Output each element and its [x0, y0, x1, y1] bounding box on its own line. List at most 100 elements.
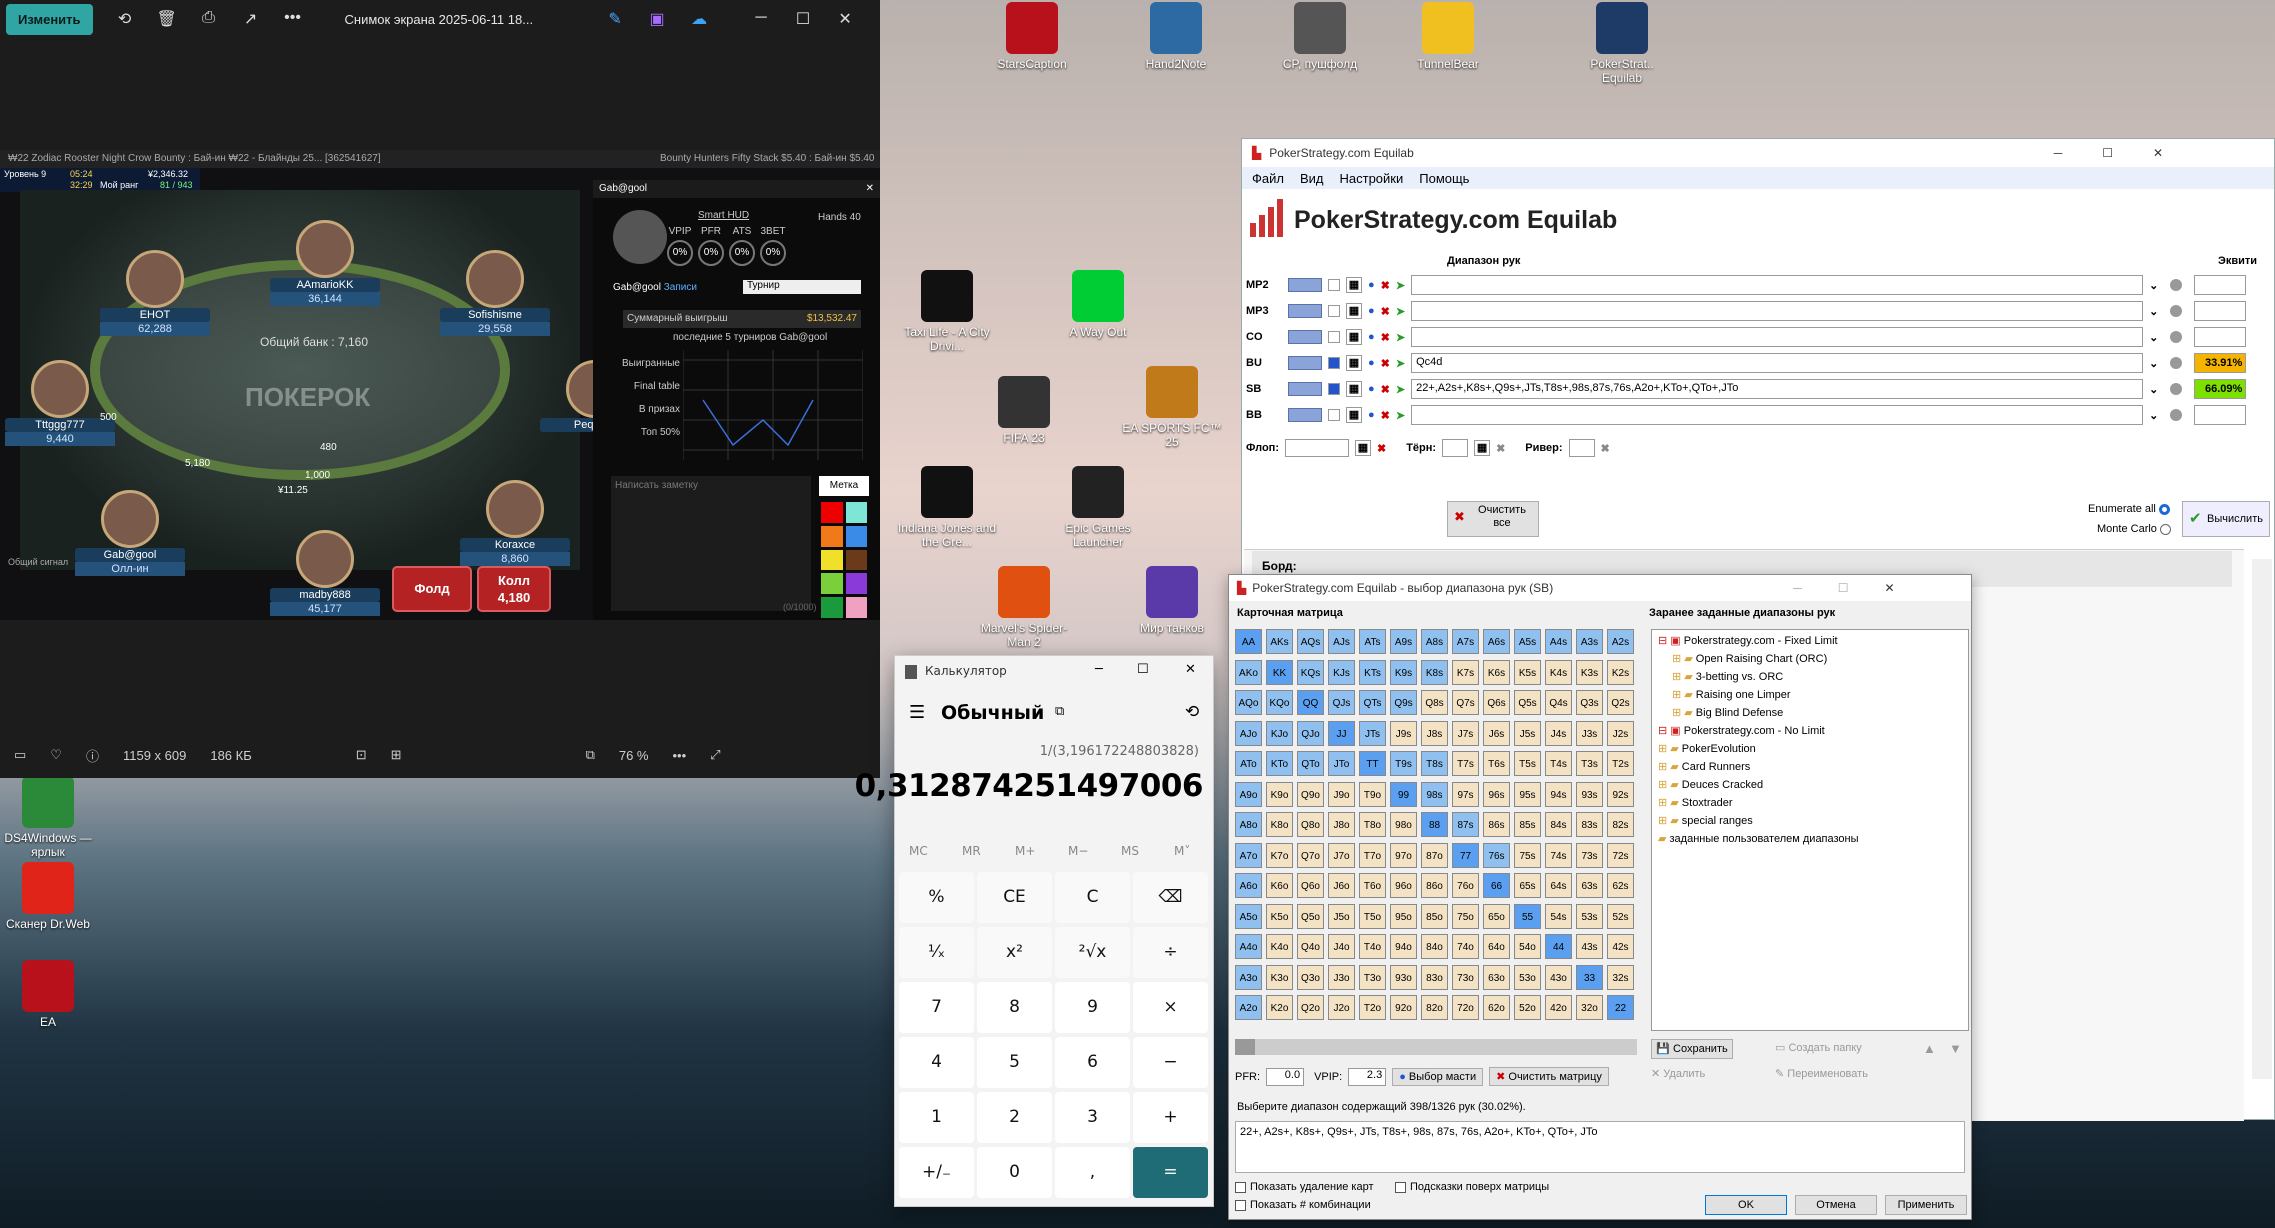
- hand-cell[interactable]: 66: [1483, 873, 1510, 898]
- hand-cell[interactable]: 62s: [1607, 873, 1634, 898]
- hand-cell[interactable]: Q6s: [1483, 690, 1510, 715]
- hand-cell[interactable]: Q2o: [1297, 995, 1324, 1020]
- river-input[interactable]: [1568, 439, 1595, 457]
- hand-cell[interactable]: T4s: [1545, 751, 1572, 776]
- color-palette[interactable]: [821, 502, 867, 618]
- matrix-preview-icon[interactable]: [1288, 330, 1322, 344]
- hand-cell[interactable]: A4o: [1235, 934, 1262, 959]
- hand-cell[interactable]: 83o: [1421, 964, 1448, 990]
- calc-key[interactable]: ×: [1133, 982, 1208, 1033]
- hand-cell[interactable]: ATo: [1235, 751, 1262, 776]
- desktop-icon[interactable]: StarsCaption: [980, 2, 1084, 71]
- turn-matrix-icon[interactable]: ▦: [1474, 440, 1491, 456]
- flop-clear-icon[interactable]: ✖: [1377, 442, 1386, 455]
- hand-cell[interactable]: J6o: [1328, 873, 1355, 898]
- rotate-icon[interactable]: ⟲: [115, 9, 135, 29]
- hand-cell[interactable]: A7s: [1452, 629, 1479, 654]
- hand-cell[interactable]: A2o: [1235, 995, 1262, 1020]
- hand-cell[interactable]: AKs: [1266, 629, 1293, 654]
- fit-icon[interactable]: ⊡: [356, 747, 367, 763]
- memory-button[interactable]: M−: [1068, 844, 1088, 858]
- hand-cell[interactable]: Q9o: [1297, 781, 1324, 807]
- hand-cell[interactable]: K7o: [1266, 842, 1293, 868]
- range-input[interactable]: Qc4d: [1411, 353, 2144, 373]
- more-icon[interactable]: •••: [283, 9, 303, 29]
- note-input[interactable]: Написать заметку: [611, 476, 811, 611]
- hand-cell[interactable]: A9o: [1235, 781, 1262, 807]
- hand-cell[interactable]: A7o: [1235, 842, 1262, 868]
- hand-cell[interactable]: Q5o: [1297, 903, 1324, 929]
- hand-cell[interactable]: JTo: [1328, 751, 1355, 776]
- hand-cell[interactable]: J2o: [1328, 995, 1355, 1020]
- range-arrow-icon[interactable]: ➤: [1396, 357, 1405, 370]
- card-picker-icon[interactable]: ▦: [1346, 381, 1362, 397]
- hand-cell[interactable]: 92s: [1607, 781, 1634, 807]
- card-picker-icon[interactable]: ▦: [1346, 329, 1362, 345]
- hand-cell[interactable]: 65o: [1483, 903, 1510, 929]
- hand-cell[interactable]: 32o: [1576, 995, 1603, 1020]
- hand-cell[interactable]: T3s: [1576, 751, 1603, 776]
- hud-stat-value[interactable]: 0%: [698, 240, 724, 266]
- clear-row-icon[interactable]: ✖: [1381, 331, 1390, 344]
- hints-checkbox[interactable]: [1395, 1181, 1406, 1193]
- range-dropdown-icon[interactable]: ⌄: [2149, 331, 2158, 344]
- calc-key[interactable]: 6: [1055, 1037, 1130, 1088]
- hand-cell[interactable]: J8o: [1328, 812, 1355, 837]
- suits-icon[interactable]: ●: [1368, 279, 1375, 291]
- flop-matrix-icon[interactable]: ▦: [1354, 440, 1371, 456]
- hand-cell[interactable]: AQo: [1235, 690, 1262, 715]
- range-input[interactable]: 22+,A2s+,K8s+,Q9s+,JTs,T8s+,98s,87s,76s,…: [1411, 379, 2144, 399]
- calc-key[interactable]: %: [899, 872, 974, 923]
- hand-cell[interactable]: 72s: [1607, 842, 1634, 868]
- hand-cell[interactable]: J9o: [1328, 781, 1355, 807]
- hand-cell[interactable]: 53o: [1514, 964, 1541, 990]
- range-dropdown-icon[interactable]: ⌄: [2149, 357, 2158, 370]
- ok-button[interactable]: OK: [1705, 1195, 1787, 1215]
- hand-cell[interactable]: 44: [1545, 934, 1572, 959]
- hand-cell[interactable]: A6o: [1235, 873, 1262, 898]
- desktop-icon[interactable]: Marvel's Spider-Man 2: [972, 566, 1076, 649]
- hud-stat-value[interactable]: 0%: [729, 240, 755, 266]
- hand-cell[interactable]: 94s: [1545, 781, 1572, 807]
- hand-cell[interactable]: 86s: [1483, 812, 1510, 837]
- card-picker-icon[interactable]: ▦: [1346, 277, 1362, 293]
- pfr-input[interactable]: 0.0: [1266, 1067, 1305, 1086]
- hand-cell[interactable]: K9o: [1266, 781, 1293, 807]
- suits-icon[interactable]: ●: [1368, 383, 1375, 395]
- onedrive-icon[interactable]: ☁: [689, 9, 709, 29]
- desktop-icon[interactable]: Epic Games Launcher: [1046, 466, 1150, 549]
- hand-cell[interactable]: JJ: [1328, 720, 1355, 746]
- range-dialog-close-icon[interactable]: ✕: [1884, 581, 1894, 595]
- matrix-slider[interactable]: [1235, 1039, 1637, 1055]
- hand-cell[interactable]: 74o: [1452, 934, 1479, 959]
- tree-item[interactable]: ⊞ ▰ 3-betting vs. ORC: [1654, 668, 1966, 686]
- hand-cell[interactable]: ATs: [1359, 629, 1386, 654]
- hand-cell[interactable]: 63s: [1576, 873, 1603, 898]
- hand-cell[interactable]: J5s: [1514, 720, 1541, 746]
- hand-cell[interactable]: 85o: [1421, 903, 1448, 929]
- desktop-icon[interactable]: CP, пушфолд: [1268, 2, 1372, 71]
- calc-key[interactable]: 4: [899, 1037, 974, 1088]
- player-seat[interactable]: Koraxce 8,860: [460, 480, 570, 566]
- close-icon[interactable]: ✕: [835, 9, 855, 29]
- range-dropdown-icon[interactable]: ⌄: [2149, 305, 2158, 318]
- hand-cell[interactable]: 93s: [1576, 781, 1603, 807]
- player-seat[interactable]: madby888 45,177: [270, 530, 380, 616]
- range-input[interactable]: [1411, 301, 2144, 321]
- hud-mode-select[interactable]: Турнир: [743, 280, 861, 294]
- move-down-icon[interactable]: ▼: [1949, 1041, 1962, 1056]
- apply-button[interactable]: Применить: [1885, 1195, 1967, 1215]
- range-dialog-maximize-icon[interactable]: ☐: [1838, 581, 1849, 595]
- tree-item[interactable]: ▰ заданные пользователем диапазоны: [1654, 830, 1966, 848]
- new-folder-button[interactable]: Создать папку: [1788, 1042, 1861, 1054]
- hand-cell[interactable]: QJo: [1297, 720, 1324, 746]
- tree-item[interactable]: ⊟ ▣ Pokerstrategy.com - Fixed Limit: [1654, 632, 1966, 650]
- clear-row-icon[interactable]: ✖: [1381, 409, 1390, 422]
- hand-cell[interactable]: 72o: [1452, 995, 1479, 1020]
- hand-cell[interactable]: 62o: [1483, 995, 1510, 1020]
- suits-icon[interactable]: ●: [1368, 331, 1375, 343]
- hand-cell[interactable]: 33: [1576, 964, 1603, 990]
- hand-cell[interactable]: Q8s: [1421, 690, 1448, 715]
- filmstrip-icon[interactable]: ▭: [14, 747, 26, 763]
- hand-cell[interactable]: 86o: [1421, 873, 1448, 898]
